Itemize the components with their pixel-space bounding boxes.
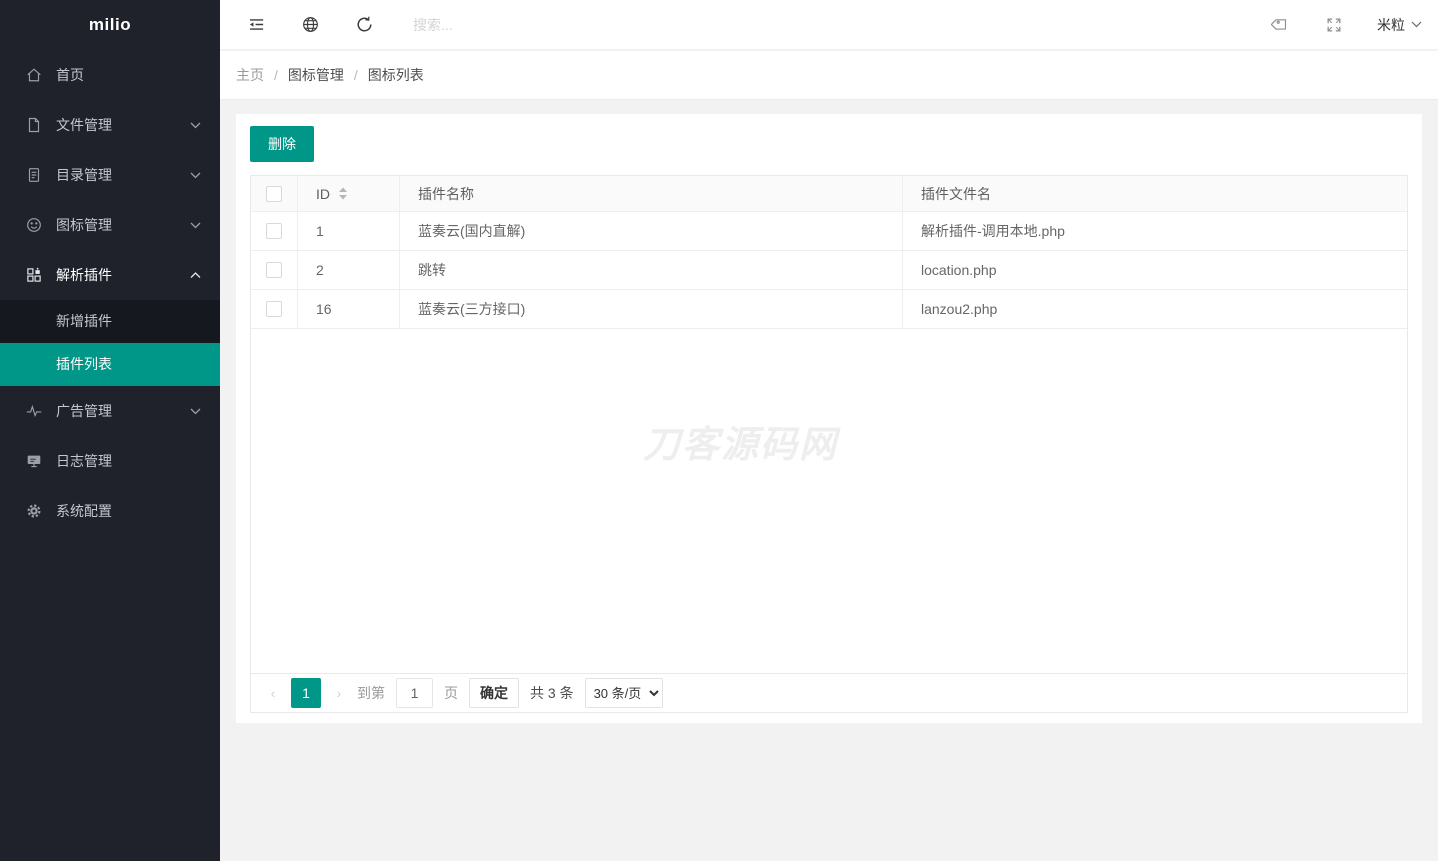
- app-logo: milio: [88, 15, 132, 34]
- tag-icon[interactable]: [1269, 14, 1291, 36]
- site-watermark: 刀客源码网: [643, 424, 838, 465]
- total-count-label: 共 3 条: [530, 685, 574, 701]
- home-icon: [24, 65, 44, 85]
- sidebar-item-label: 文件管理: [56, 117, 112, 133]
- cell-plugin-file: location.php: [903, 251, 1407, 290]
- pulse-icon: [24, 401, 44, 421]
- search-input[interactable]: [413, 16, 643, 33]
- sidebar-item-label: 广告管理: [56, 403, 112, 419]
- chevron-down-icon: [190, 122, 202, 129]
- table-header-checkbox-cell: [251, 176, 298, 212]
- content-card: 删除 ID 插件名称 插件文件名 1 蓝奏云(国内直解) 解析插件-调用本地.p…: [236, 114, 1422, 723]
- main-content: 删除 ID 插件名称 插件文件名 1 蓝奏云(国内直解) 解析插件-调用本地.p…: [220, 101, 1438, 861]
- fullscreen-icon[interactable]: [1323, 14, 1345, 36]
- cell-id: 1: [298, 212, 400, 251]
- row-checkbox-cell: [251, 212, 298, 251]
- cell-plugin-name: 蓝奏云(三方接口): [400, 290, 903, 329]
- sidebar-item-label: 解析插件: [56, 267, 112, 283]
- delete-button[interactable]: 删除: [250, 126, 314, 162]
- select-all-checkbox[interactable]: [266, 185, 282, 202]
- next-page-icon[interactable]: ›: [332, 685, 346, 701]
- table-header-row: ID 插件名称 插件文件名: [251, 176, 1407, 212]
- chevron-down-icon: [190, 222, 202, 229]
- pagination: ‹ 1 › 到第 页 确定 共 3 条 30 条/页: [251, 673, 1407, 712]
- sidebar-item-logs[interactable]: 日志管理: [0, 436, 220, 486]
- table-header-file: 插件文件名: [903, 176, 1407, 212]
- breadcrumb-separator: /: [353, 67, 358, 83]
- sidebar-item-icons[interactable]: 图标管理: [0, 200, 220, 250]
- document-icon: [24, 165, 44, 185]
- refresh-icon[interactable]: [353, 14, 375, 36]
- row-checkbox[interactable]: [266, 223, 282, 239]
- cell-plugin-name: 跳转: [400, 251, 903, 290]
- table-row: 1 蓝奏云(国内直解) 解析插件-调用本地.php: [251, 212, 1407, 251]
- smiley-icon: [24, 215, 44, 235]
- sort-icon[interactable]: [338, 187, 348, 200]
- sidebar-item-ads[interactable]: 广告管理: [0, 386, 220, 436]
- plugin-table: ID 插件名称 插件文件名 1 蓝奏云(国内直解) 解析插件-调用本地.php …: [250, 175, 1408, 713]
- cell-id: 2: [298, 251, 400, 290]
- breadcrumb-separator: /: [274, 67, 278, 83]
- sidebar-submenu-parse-plugins: 新增插件 插件列表: [0, 300, 220, 386]
- breadcrumb-current: 图标列表: [367, 67, 424, 83]
- goto-label: 到第: [357, 685, 385, 701]
- prev-page-icon[interactable]: ‹: [266, 685, 280, 701]
- row-checkbox-cell: [251, 251, 298, 290]
- page-label: 页: [444, 685, 458, 701]
- chevron-down-icon: [1411, 21, 1422, 28]
- sidebar-item-label: 日志管理: [56, 453, 112, 469]
- sidebar-item-label: 图标管理: [56, 217, 112, 233]
- topbar-right: 米粒: [1269, 14, 1438, 36]
- user-menu[interactable]: 米粒: [1377, 15, 1422, 35]
- breadcrumb-icon-management[interactable]: 图标管理: [288, 65, 344, 85]
- file-icon: [24, 115, 44, 135]
- row-checkbox[interactable]: [266, 262, 282, 278]
- confirm-button[interactable]: 确定: [469, 678, 519, 708]
- sidebar-subitem-plugin-list[interactable]: 插件列表: [0, 343, 220, 386]
- row-checkbox[interactable]: [266, 301, 282, 317]
- sidebar-item-label: 首页: [56, 67, 84, 83]
- sidebar: milio 首页 文件管理 目录管理 图标管理 解析插件 新增插件 插件列表 广…: [0, 0, 220, 861]
- cell-id: 16: [298, 290, 400, 329]
- username: 米粒: [1377, 16, 1405, 33]
- monitor-icon: [24, 451, 44, 471]
- collapse-menu-icon[interactable]: [245, 14, 267, 36]
- chevron-down-icon: [190, 408, 202, 415]
- table-header-name: 插件名称: [400, 176, 903, 212]
- page-size-select[interactable]: 30 条/页: [584, 678, 663, 708]
- sidebar-item-label: 目录管理: [56, 167, 112, 183]
- table-row: 16 蓝奏云(三方接口) lanzou2.php: [251, 290, 1407, 329]
- topbar-left: [220, 14, 375, 36]
- sidebar-item-parse-plugins[interactable]: 解析插件: [0, 250, 220, 300]
- cell-plugin-name: 蓝奏云(国内直解): [400, 212, 903, 251]
- sidebar-item-settings[interactable]: 系统配置: [0, 486, 220, 536]
- cell-plugin-file: lanzou2.php: [903, 290, 1407, 329]
- sidebar-item-label: 系统配置: [56, 503, 112, 519]
- sidebar-item-directories[interactable]: 目录管理: [0, 150, 220, 200]
- chevron-up-icon: [190, 271, 202, 279]
- breadcrumb: 主页 / 图标管理 / 图标列表: [220, 51, 1438, 100]
- chevron-down-icon: [190, 172, 202, 179]
- column-label-id: ID: [316, 185, 330, 202]
- cell-plugin-file: 解析插件-调用本地.php: [903, 212, 1407, 251]
- sidebar-subitem-add-plugin[interactable]: 新增插件: [0, 300, 220, 343]
- current-page-button[interactable]: 1: [291, 678, 321, 708]
- row-checkbox-cell: [251, 290, 298, 329]
- components-icon: [24, 265, 44, 285]
- language-globe-icon[interactable]: [299, 14, 321, 36]
- table-row: 2 跳转 location.php: [251, 251, 1407, 290]
- topbar: 米粒: [220, 0, 1438, 50]
- gear-icon: [24, 501, 44, 521]
- sidebar-item-files[interactable]: 文件管理: [0, 100, 220, 150]
- table-header-id[interactable]: ID: [298, 176, 400, 212]
- breadcrumb-home[interactable]: 主页: [236, 65, 264, 85]
- sidebar-item-home[interactable]: 首页: [0, 50, 220, 100]
- goto-page-input[interactable]: [396, 678, 433, 708]
